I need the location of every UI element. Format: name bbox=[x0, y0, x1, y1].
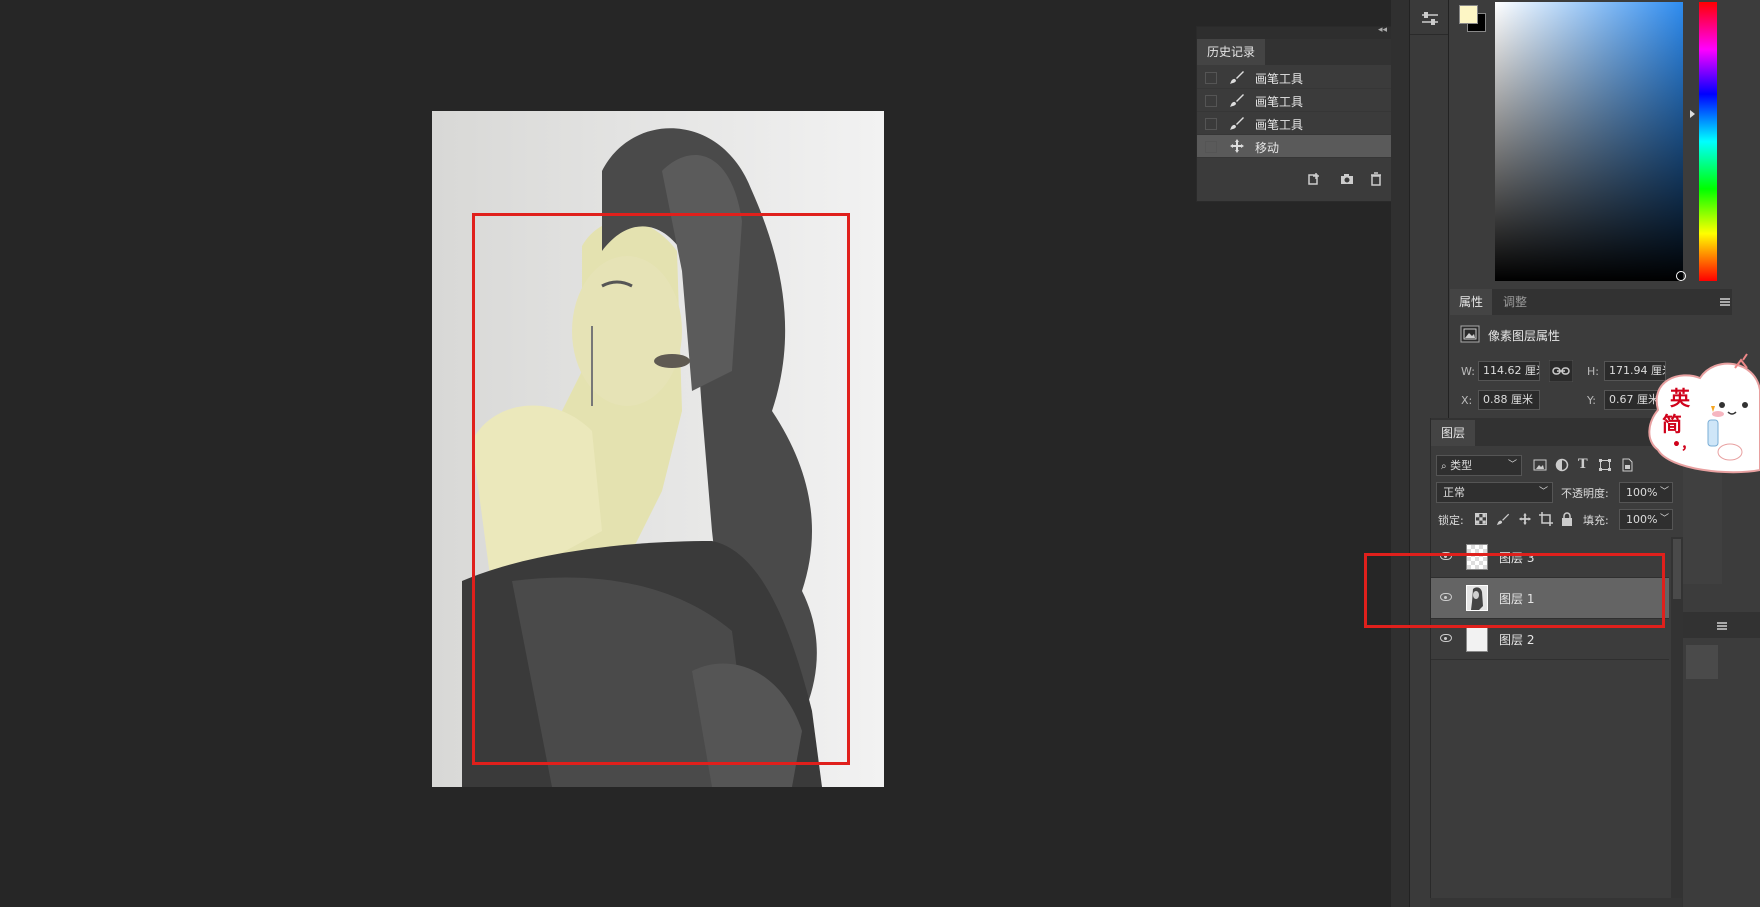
ime-mode-char: 英 bbox=[1670, 386, 1690, 410]
layer-thumbnail-white bbox=[1466, 626, 1488, 652]
layer-filter-value: 类型 bbox=[1450, 459, 1473, 472]
layers-panel: 图层 ⌕ 类型 ﹀ T 正常 ﹀ 不透明度: 100% ﹀ 锁定: 填充: 10… bbox=[1430, 418, 1683, 907]
highlight-box-layers bbox=[1364, 553, 1665, 628]
snapshot-camera-icon[interactable] bbox=[1340, 172, 1354, 186]
lock-all-icon[interactable] bbox=[1561, 512, 1573, 526]
lock-label: 锁定: bbox=[1438, 514, 1464, 527]
lock-position-icon[interactable] bbox=[1518, 512, 1532, 526]
brush-icon bbox=[1230, 94, 1244, 107]
color-saturation-field[interactable] bbox=[1495, 2, 1683, 281]
history-checkbox[interactable] bbox=[1205, 72, 1217, 84]
blend-mode-select[interactable]: 正常 ﹀ bbox=[1436, 482, 1553, 503]
fill-label: 填充: bbox=[1583, 514, 1609, 527]
pixel-layer-icon bbox=[1460, 325, 1480, 343]
adjustments-sliders-icon[interactable] bbox=[1420, 10, 1440, 28]
color-picker-cursor bbox=[1676, 271, 1686, 281]
layers-scrollbar[interactable] bbox=[1671, 537, 1683, 907]
x-field[interactable]: 0.88 厘米 bbox=[1478, 390, 1540, 410]
history-item-selected[interactable]: 移动 bbox=[1197, 135, 1393, 158]
y-label: Y: bbox=[1587, 394, 1596, 407]
history-checkbox[interactable] bbox=[1205, 141, 1217, 153]
history-checkbox[interactable] bbox=[1205, 118, 1217, 130]
move-icon bbox=[1230, 139, 1244, 153]
tab-properties[interactable]: 属性 bbox=[1450, 289, 1493, 315]
dock-gutter bbox=[1391, 0, 1409, 907]
chevron-down-icon: ﹀ bbox=[1507, 460, 1517, 470]
visibility-eye-icon[interactable] bbox=[1440, 634, 1452, 642]
width-field[interactable]: 114.62 厘米 bbox=[1478, 361, 1540, 381]
lock-artboard-icon[interactable] bbox=[1539, 512, 1553, 526]
x-label: X: bbox=[1461, 394, 1473, 407]
highlight-box-canvas bbox=[472, 213, 850, 765]
history-item-label: 画笔工具 bbox=[1255, 118, 1304, 132]
filter-shape-icon[interactable] bbox=[1598, 458, 1612, 472]
filter-adjustment-icon[interactable] bbox=[1555, 458, 1569, 472]
filter-smart-object-icon[interactable] bbox=[1620, 458, 1634, 472]
filter-pixel-icon[interactable] bbox=[1533, 458, 1547, 472]
tab-layers[interactable]: 图层 bbox=[1431, 420, 1476, 446]
collapsed-panel-field bbox=[1686, 645, 1718, 679]
search-icon: ⌕ bbox=[1441, 461, 1447, 472]
lock-transparent-pixels-icon[interactable] bbox=[1475, 513, 1487, 525]
history-item[interactable]: 画笔工具 bbox=[1197, 89, 1393, 112]
history-item[interactable]: 画笔工具 bbox=[1197, 66, 1393, 89]
history-panel: ◂◂ ✕ 历史记录 画笔工具 画笔工具 画笔工具 移动 ˄ ˅ bbox=[1196, 25, 1410, 202]
brush-icon bbox=[1230, 117, 1244, 130]
tab-history[interactable]: 历史记录 bbox=[1197, 39, 1266, 65]
history-item-label: 移动 bbox=[1255, 141, 1280, 155]
fill-field[interactable]: 100% ﹀ bbox=[1619, 509, 1673, 530]
filter-type-icon[interactable]: T bbox=[1578, 457, 1588, 472]
opacity-field[interactable]: 100% ﹀ bbox=[1619, 482, 1673, 503]
opacity-label: 不透明度: bbox=[1561, 487, 1609, 500]
tab-adjustments[interactable]: 调整 bbox=[1494, 289, 1536, 315]
history-checkbox[interactable] bbox=[1205, 95, 1217, 107]
chevron-down-icon: ﹀ bbox=[1659, 487, 1669, 497]
hue-slider[interactable] bbox=[1699, 2, 1717, 281]
history-titlebar[interactable]: ◂◂ ✕ bbox=[1197, 25, 1409, 39]
link-dimensions-icon[interactable] bbox=[1549, 360, 1573, 382]
layers-footer bbox=[1430, 898, 1682, 907]
collapse-icon[interactable]: ◂◂ bbox=[1378, 25, 1387, 35]
chevron-down-icon: ﹀ bbox=[1659, 514, 1669, 524]
ime-punct-mode: •， bbox=[1672, 437, 1695, 453]
ime-mascot-icon bbox=[1648, 353, 1760, 474]
trash-icon[interactable] bbox=[1369, 172, 1383, 186]
hue-slider-arrow[interactable] bbox=[1690, 110, 1695, 118]
history-item-label: 画笔工具 bbox=[1255, 95, 1304, 109]
height-label: H: bbox=[1587, 365, 1599, 378]
chevron-down-icon: ﹀ bbox=[1538, 487, 1548, 497]
brush-icon bbox=[1230, 71, 1244, 84]
layer-name: 图层 2 bbox=[1499, 633, 1535, 647]
opacity-value: 100% bbox=[1626, 486, 1658, 499]
panel-menu-icon[interactable] bbox=[1717, 622, 1727, 630]
layer-filter-select[interactable]: ⌕ 类型 ﹀ bbox=[1436, 455, 1522, 476]
ime-status-sticker[interactable]: 英 简 •， bbox=[1640, 350, 1760, 476]
width-label: W: bbox=[1461, 365, 1475, 378]
history-footer bbox=[1197, 167, 1409, 193]
ime-script-char: 简 bbox=[1662, 412, 1682, 436]
new-document-from-state-icon[interactable] bbox=[1307, 172, 1321, 186]
blend-mode-value: 正常 bbox=[1443, 486, 1465, 499]
history-list: 画笔工具 画笔工具 画笔工具 移动 bbox=[1197, 66, 1409, 161]
history-item[interactable]: 画笔工具 bbox=[1197, 112, 1393, 135]
properties-section-title: 像素图层属性 bbox=[1488, 329, 1561, 343]
history-item-label: 画笔工具 bbox=[1255, 72, 1304, 86]
panel-menu-icon[interactable] bbox=[1720, 298, 1730, 306]
foreground-swatch[interactable] bbox=[1459, 5, 1478, 24]
fill-value: 100% bbox=[1626, 513, 1658, 526]
lock-image-pixels-icon[interactable] bbox=[1496, 512, 1510, 526]
